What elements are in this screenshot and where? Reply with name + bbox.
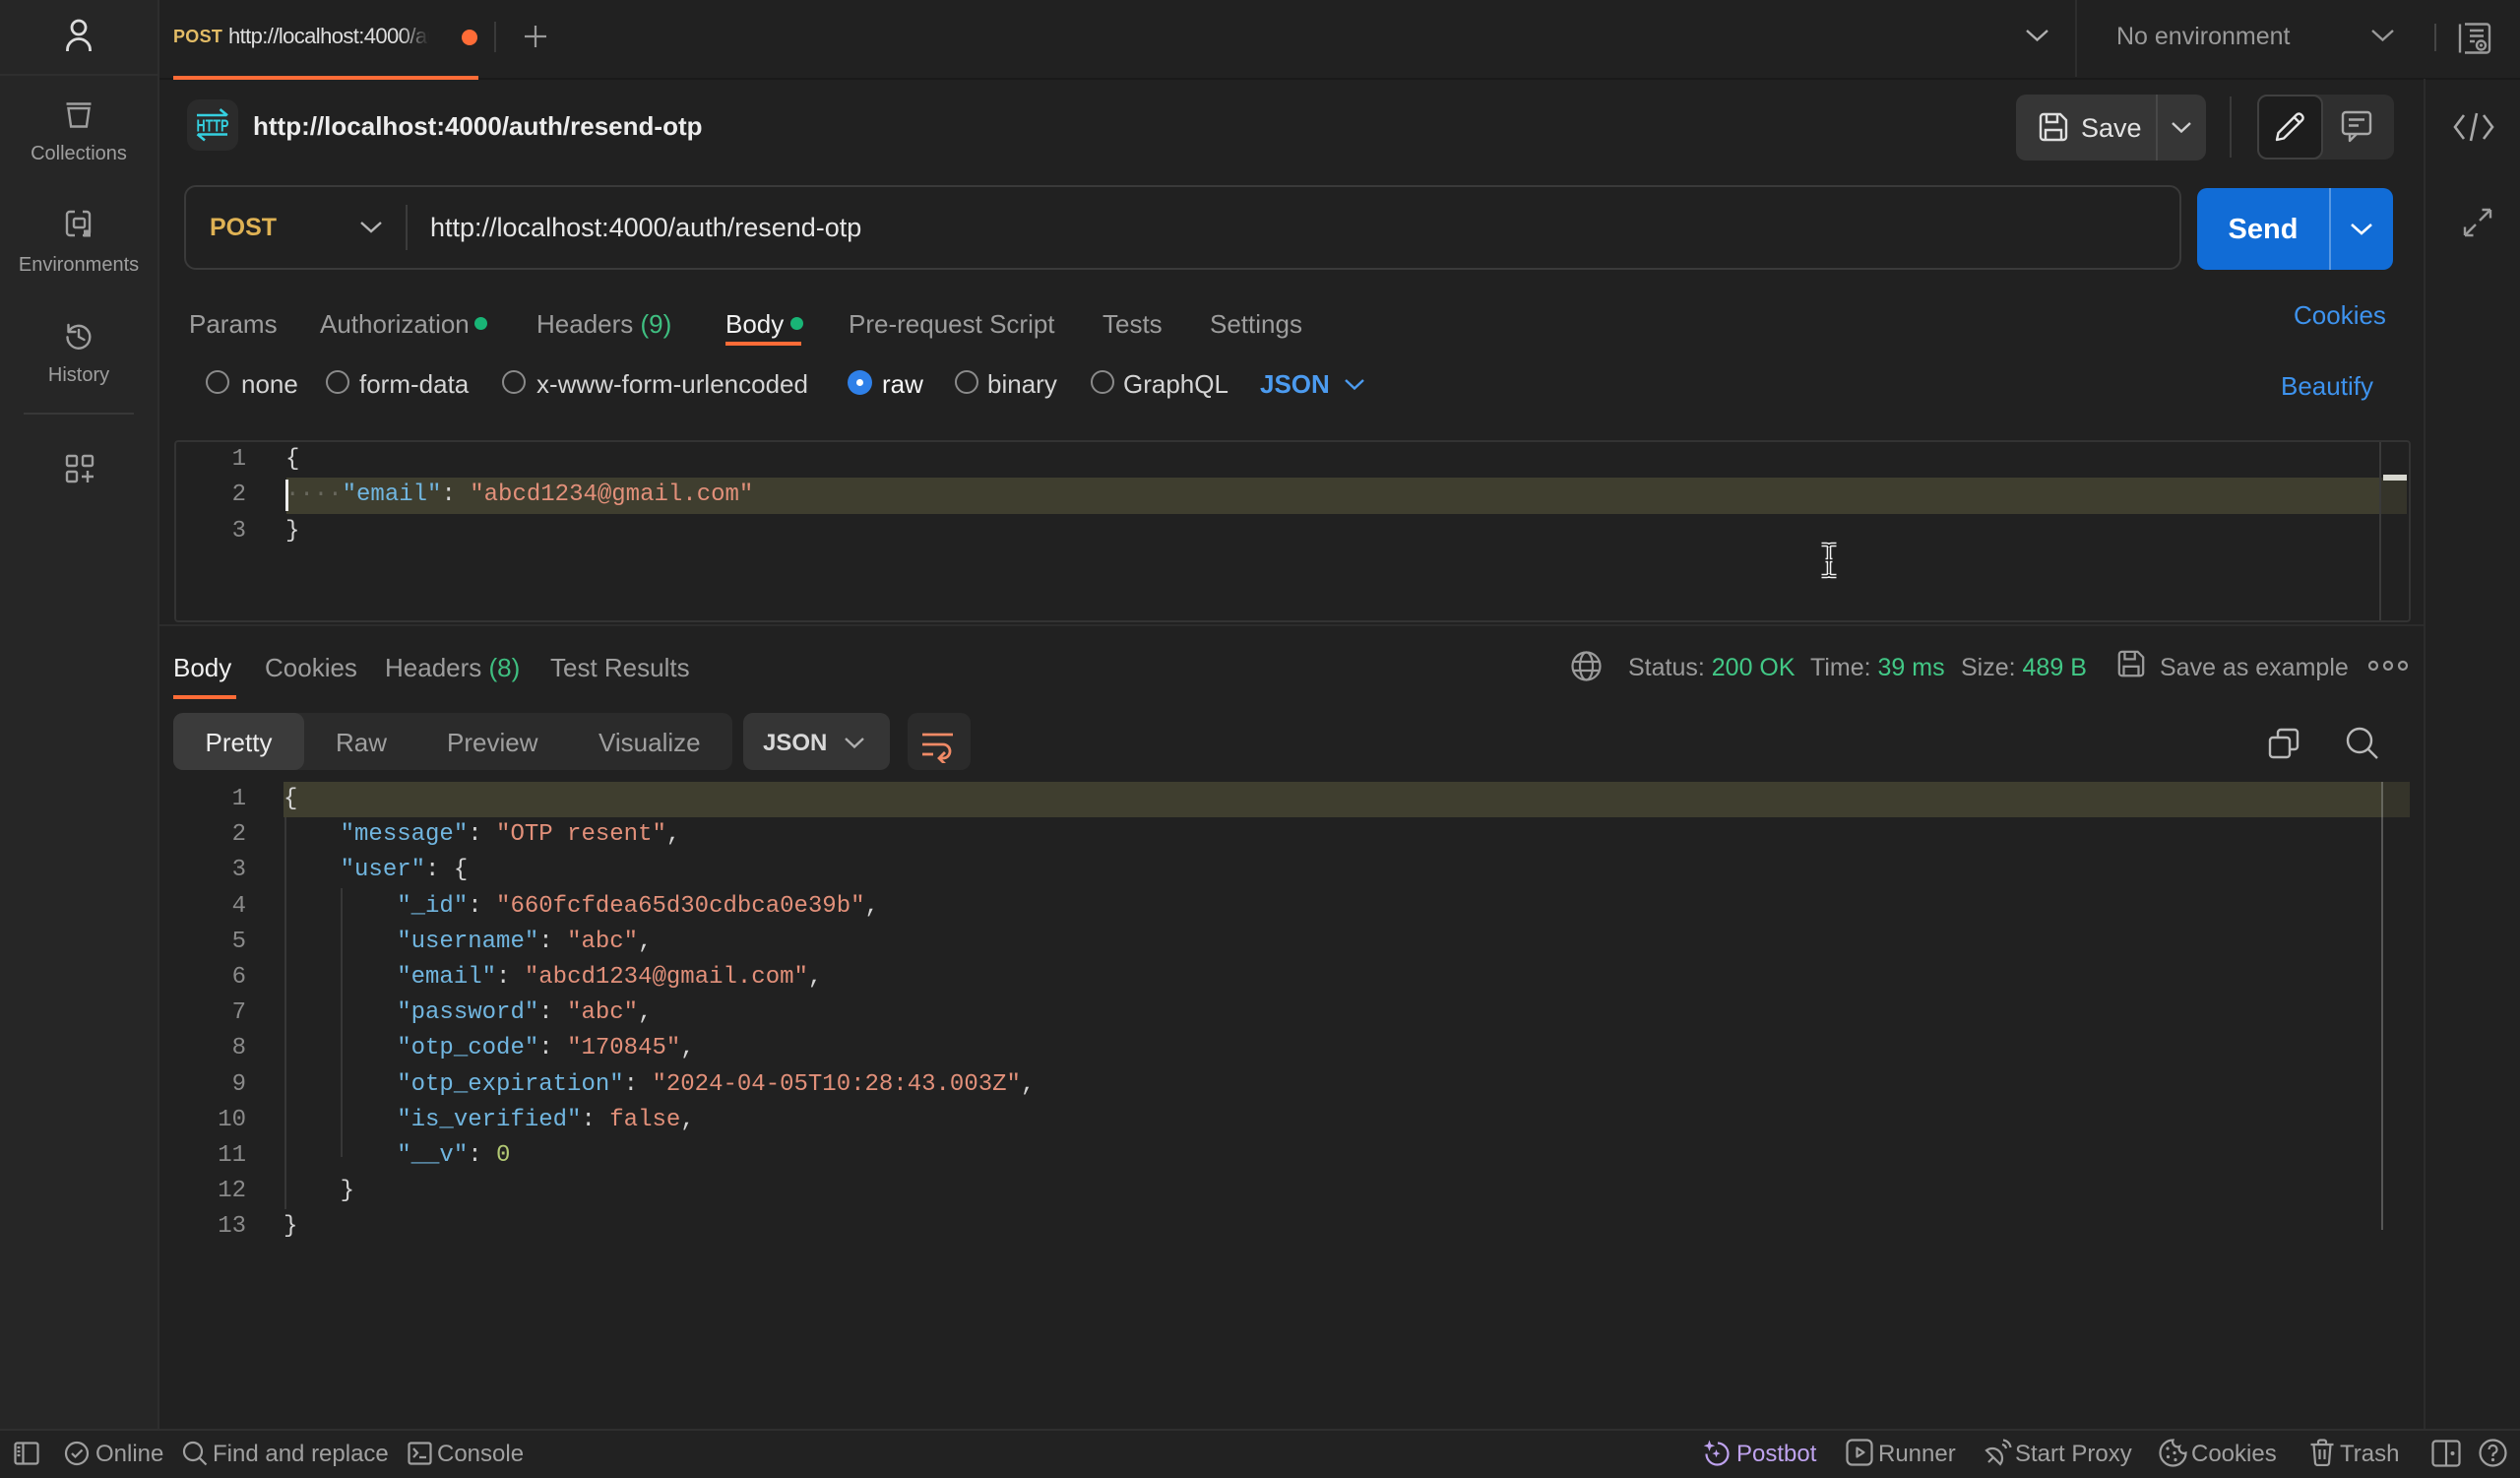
- svg-text:HTTP: HTTP: [197, 116, 229, 136]
